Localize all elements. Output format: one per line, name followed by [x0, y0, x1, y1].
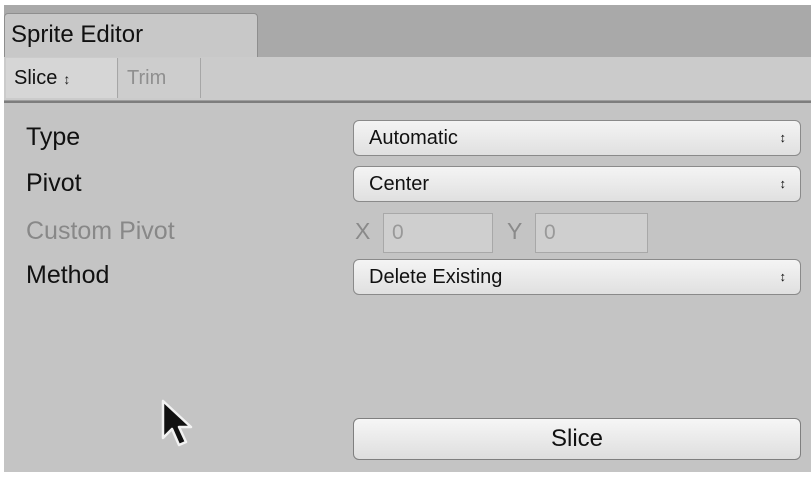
- trim-label: Trim: [127, 67, 167, 89]
- method-dropdown[interactable]: Delete Existing ↕: [353, 259, 801, 295]
- dropdown-arrows-icon: ↕: [779, 269, 787, 284]
- sprite-editor-window: Sprite Editor Slice ↕ Trim Type Automatic…: [4, 5, 811, 472]
- method-label: Method: [26, 261, 110, 289]
- type-dropdown-value: Automatic: [369, 127, 458, 149]
- slice-button[interactable]: Slice: [353, 418, 801, 460]
- type-dropdown[interactable]: Automatic ↕: [353, 120, 801, 156]
- tab-strip: Sprite Editor: [4, 5, 811, 57]
- method-dropdown-value: Delete Existing: [369, 266, 503, 288]
- tab-title: Sprite Editor: [11, 21, 144, 48]
- pivot-dropdown-value: Center: [369, 173, 430, 195]
- custom-pivot-x-field[interactable]: 0: [383, 213, 493, 253]
- slice-settings-panel: Type Automatic ↕ Pivot Center ↕ Custom P…: [4, 101, 811, 472]
- toolbar: Slice ↕ Trim: [4, 57, 811, 101]
- slice-menu-label: Slice: [14, 67, 58, 89]
- mouse-pointer-icon: [160, 398, 196, 450]
- custom-pivot-y-label: Y: [507, 218, 523, 244]
- slice-menu-button[interactable]: Slice ↕: [6, 58, 118, 98]
- custom-pivot-label: Custom Pivot: [26, 217, 175, 245]
- pivot-label: Pivot: [26, 169, 82, 197]
- dropdown-arrows-icon: ↕: [779, 130, 787, 145]
- trim-button[interactable]: Trim: [119, 58, 201, 98]
- type-label: Type: [26, 123, 81, 151]
- slice-button-label: Slice: [550, 425, 604, 452]
- pivot-dropdown[interactable]: Center ↕: [353, 166, 801, 202]
- custom-pivot-x-label: X: [355, 218, 371, 244]
- tab-sprite-editor[interactable]: Sprite Editor: [4, 13, 258, 57]
- dropdown-arrows-icon: ↕: [63, 71, 71, 87]
- custom-pivot-y-field[interactable]: 0: [535, 213, 648, 253]
- dropdown-arrows-icon: ↕: [779, 176, 787, 191]
